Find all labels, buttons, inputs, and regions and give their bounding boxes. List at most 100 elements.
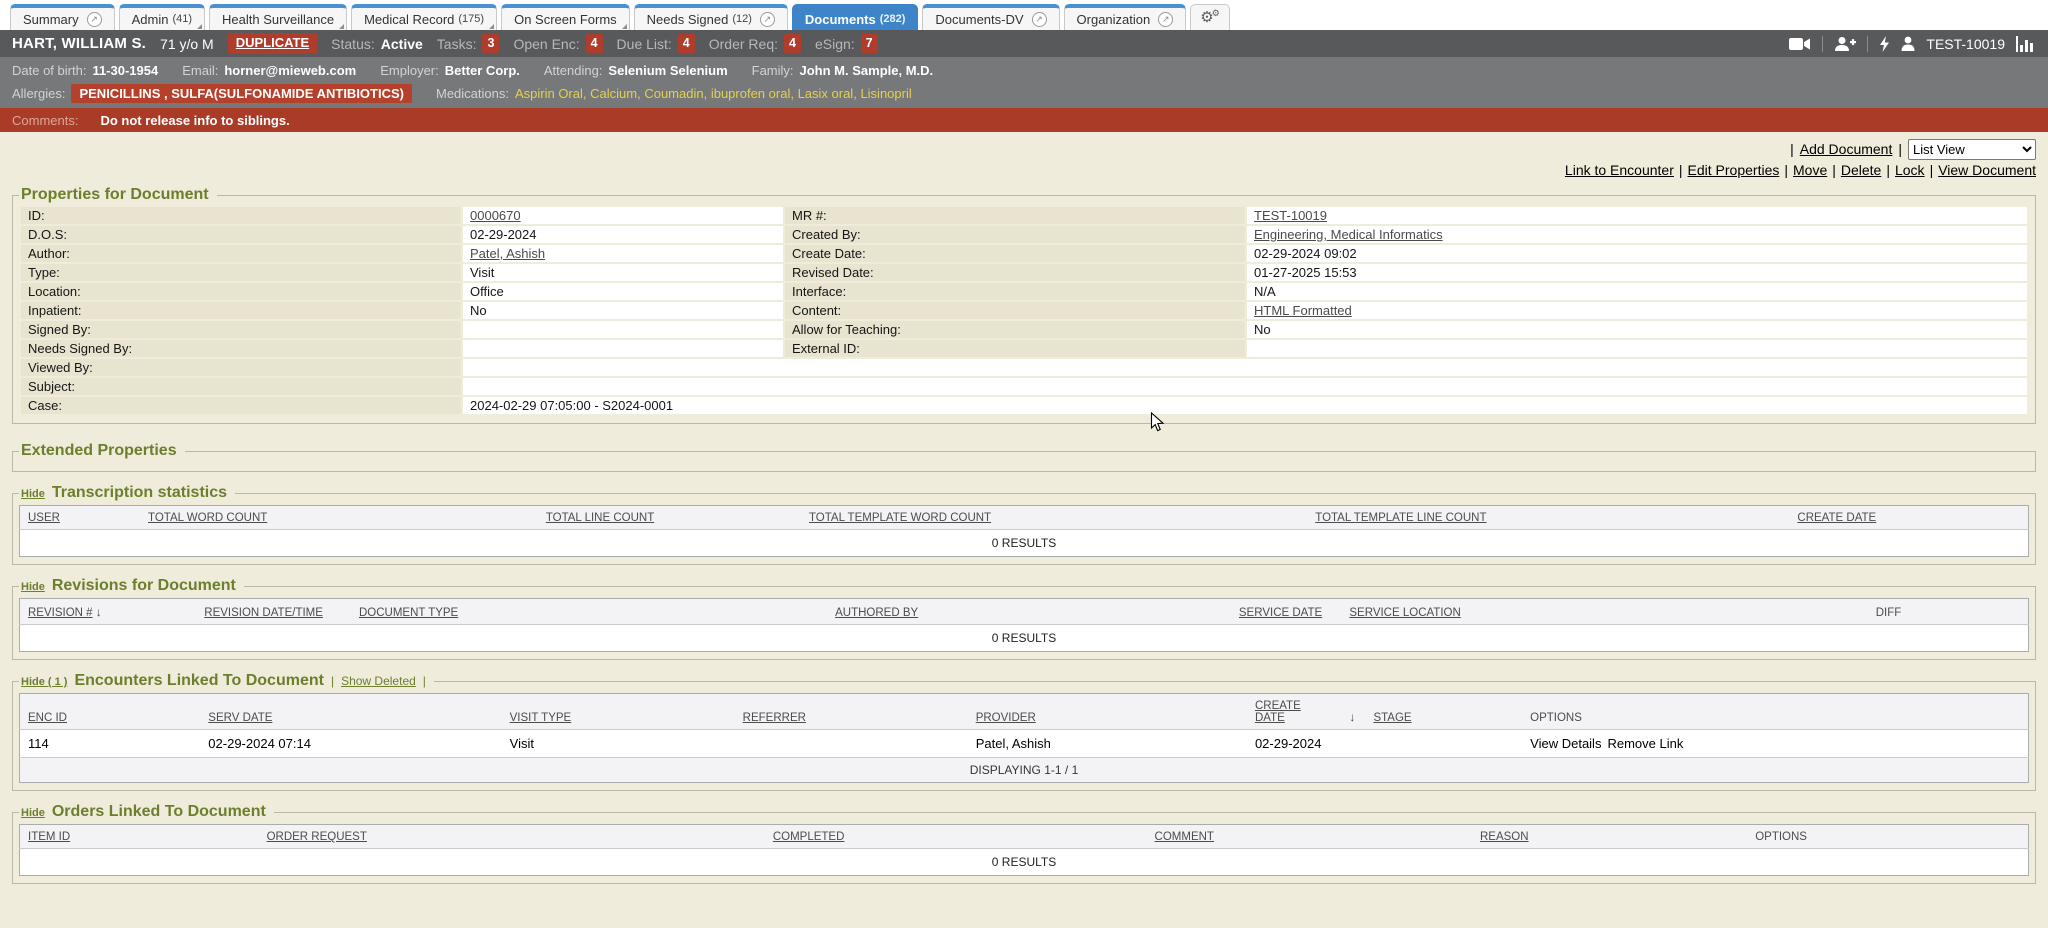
hide-transcription-link[interactable]: Hide bbox=[21, 488, 45, 500]
encounters-linked-section: Hide ( 1 ) Encounters Linked To Document… bbox=[12, 672, 2036, 791]
mr-number-link[interactable]: TEST-10019 bbox=[1254, 208, 1327, 223]
remove-link-link[interactable]: Remove Link bbox=[1607, 736, 1683, 751]
fold-corner-icon bbox=[339, 24, 344, 29]
edit-properties-link[interactable]: Edit Properties bbox=[1688, 162, 1780, 178]
document-id-link[interactable]: 0000670 bbox=[470, 208, 521, 223]
tab-on-screen-forms[interactable]: On Screen Forms bbox=[501, 4, 630, 30]
divider bbox=[1867, 36, 1868, 52]
author-link[interactable]: Patel, Ashish bbox=[470, 246, 545, 261]
tab-summary[interactable]: Summary ↗ bbox=[10, 4, 115, 30]
transcription-legend: Hide Transcription statistics bbox=[19, 484, 235, 502]
col-serv-date[interactable]: SERV DATE bbox=[200, 694, 501, 730]
col-authored-by[interactable]: AUTHORED BY bbox=[827, 599, 1231, 625]
col-create-date[interactable]: CREATEDATE bbox=[1247, 694, 1341, 730]
document-toolbar: | Add Document | List View bbox=[12, 138, 2036, 160]
prop-author-label: Author: bbox=[21, 245, 461, 262]
empty-results-row: 0 RESULTS bbox=[20, 849, 2029, 876]
view-document-link[interactable]: View Document bbox=[1938, 162, 2036, 178]
allergies-badge[interactable]: PENICILLINS , SULFA(SULFONAMIDE ANTIBIOT… bbox=[71, 84, 412, 103]
tab-settings[interactable]: ⚙ ⚙ bbox=[1190, 4, 1230, 30]
needs-signed-value bbox=[463, 340, 783, 357]
move-link[interactable]: Move bbox=[1793, 162, 1827, 178]
medication-item[interactable]: Lisinopril bbox=[860, 86, 911, 101]
tasks-counter: Tasks: 3 bbox=[437, 34, 500, 52]
dob-value: 11-30-1954 bbox=[92, 63, 158, 78]
col-revision-datetime[interactable]: REVISION DATE/TIME bbox=[196, 599, 351, 625]
table-header-row: ENC ID SERV DATE VISIT TYPE REFERRER PRO… bbox=[20, 694, 2029, 730]
subject-value bbox=[463, 378, 2027, 395]
col-total-template-line-count[interactable]: TOTAL TEMPLATE LINE COUNT bbox=[1307, 506, 1789, 530]
tab-organization[interactable]: Organization ↗ bbox=[1064, 4, 1187, 30]
col-revision-number[interactable]: REVISION # ↓ bbox=[20, 599, 197, 625]
content-format-link[interactable]: HTML Formatted bbox=[1254, 303, 1352, 318]
prop-external-id-label: External ID: bbox=[785, 340, 1245, 357]
tasks-count-badge[interactable]: 3 bbox=[482, 34, 499, 52]
revised-date-value: 01-27-2025 15:53 bbox=[1247, 264, 2027, 281]
col-visit-type[interactable]: VISIT TYPE bbox=[502, 694, 735, 730]
view-details-link[interactable]: View Details bbox=[1530, 736, 1601, 751]
esign-count-badge[interactable]: 7 bbox=[861, 34, 878, 52]
comments-bar: Comments: Do not release info to sibling… bbox=[0, 108, 2048, 132]
tab-health-surveillance[interactable]: Health Surveillance bbox=[209, 4, 347, 30]
property-row: Needs Signed By: External ID: bbox=[21, 340, 2027, 357]
tab-needs-signed[interactable]: Needs Signed (12) ↗ bbox=[634, 4, 788, 30]
medication-item[interactable]: Aspirin Oral bbox=[515, 86, 583, 101]
col-create-date[interactable]: CREATE DATE bbox=[1789, 506, 2028, 530]
tab-documents-dv[interactable]: Documents-DV ↗ bbox=[922, 4, 1059, 30]
link-to-encounter-link[interactable]: Link to Encounter bbox=[1565, 162, 1674, 178]
tab-admin[interactable]: Admin (41) bbox=[119, 4, 205, 30]
lightning-icon[interactable] bbox=[1879, 36, 1890, 52]
property-row: Signed By: Allow for Teaching: No bbox=[21, 321, 2027, 338]
property-row: Author: Patel, Ashish Create Date: 02-29… bbox=[21, 245, 2027, 262]
col-user[interactable]: USER bbox=[20, 506, 141, 530]
add-document-link[interactable]: Add Document bbox=[1800, 141, 1893, 157]
col-reason[interactable]: REASON bbox=[1472, 825, 1747, 849]
col-document-type[interactable]: DOCUMENT TYPE bbox=[351, 599, 827, 625]
medication-item[interactable]: Lasix oral bbox=[798, 86, 854, 101]
section-title: Transcription statistics bbox=[52, 484, 227, 502]
sort-descending-icon: ↓ bbox=[1349, 710, 1355, 724]
popout-icon: ↗ bbox=[760, 12, 775, 27]
delete-link[interactable]: Delete bbox=[1841, 162, 1881, 178]
col-total-word-count[interactable]: TOTAL WORD COUNT bbox=[140, 506, 538, 530]
show-deleted-link[interactable]: Show Deleted bbox=[341, 674, 416, 688]
duplicate-badge[interactable]: DUPLICATE bbox=[228, 33, 317, 54]
col-completed[interactable]: COMPLETED bbox=[765, 825, 1147, 849]
created-by-link[interactable]: Engineering, Medical Informatics bbox=[1254, 227, 1443, 242]
col-total-template-word-count[interactable]: TOTAL TEMPLATE WORD COUNT bbox=[801, 506, 1307, 530]
col-stage[interactable]: STAGE bbox=[1365, 694, 1522, 730]
col-total-line-count[interactable]: TOTAL LINE COUNT bbox=[538, 506, 801, 530]
col-comment[interactable]: COMMENT bbox=[1147, 825, 1472, 849]
employer-value: Better Corp. bbox=[445, 63, 520, 78]
hide-revisions-link[interactable]: Hide bbox=[21, 581, 45, 593]
due-list-count-badge[interactable]: 4 bbox=[678, 34, 695, 52]
col-item-id[interactable]: ITEM ID bbox=[20, 825, 259, 849]
col-referrer[interactable]: REFERRER bbox=[735, 694, 968, 730]
col-service-location[interactable]: SERVICE LOCATION bbox=[1341, 599, 1867, 625]
create-date-value: 02-29-2024 09:02 bbox=[1247, 245, 2027, 262]
bar-chart-icon[interactable] bbox=[2016, 36, 2036, 52]
results-count: 0 RESULTS bbox=[20, 625, 2029, 652]
col-enc-id[interactable]: ENC ID bbox=[20, 694, 201, 730]
table-footer-row: DISPLAYING 1-1 / 1 bbox=[20, 758, 2029, 783]
medication-item[interactable]: Coumadin bbox=[644, 86, 703, 101]
due-list-counter: Due List: 4 bbox=[617, 34, 695, 52]
tab-medical-record[interactable]: Medical Record (175) bbox=[351, 4, 497, 30]
hide-orders-link[interactable]: Hide bbox=[21, 807, 45, 819]
video-camera-icon[interactable] bbox=[1789, 37, 1811, 51]
fold-corner-icon bbox=[622, 24, 627, 29]
col-provider[interactable]: PROVIDER bbox=[968, 694, 1247, 730]
col-service-date[interactable]: SERVICE DATE bbox=[1231, 599, 1341, 625]
hide-encounters-link[interactable]: Hide ( 1 ) bbox=[21, 676, 67, 688]
order-req-count-badge[interactable]: 4 bbox=[784, 34, 801, 52]
open-enc-count-badge[interactable]: 4 bbox=[586, 34, 603, 52]
medication-item[interactable]: Calcium bbox=[590, 86, 637, 101]
lock-link[interactable]: Lock bbox=[1895, 162, 1925, 178]
person-add-icon[interactable] bbox=[1834, 36, 1856, 52]
view-mode-select[interactable]: List View bbox=[1908, 139, 2036, 160]
status-group: Status: Active bbox=[331, 36, 423, 52]
medication-item[interactable]: ibuprofen oral bbox=[711, 86, 791, 101]
col-order-request[interactable]: ORDER REQUEST bbox=[259, 825, 765, 849]
col-options: OPTIONS bbox=[1747, 825, 2028, 849]
tab-documents[interactable]: Documents (282) bbox=[792, 4, 918, 30]
